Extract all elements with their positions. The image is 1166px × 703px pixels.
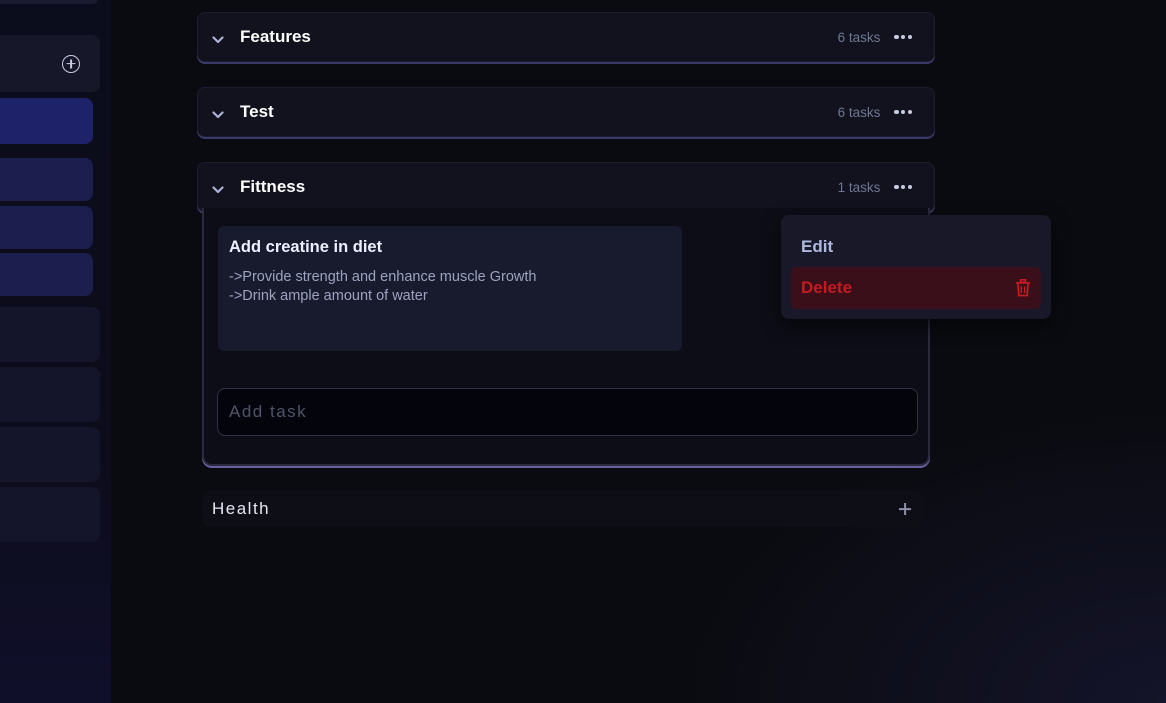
app-root: Features 6 tasks Test 6 tasks Fittness 1… [0, 0, 1166, 703]
more-dots-icon[interactable] [894, 34, 912, 40]
plus-circle-icon[interactable] [62, 54, 80, 73]
chevron-down-icon[interactable] [212, 182, 224, 194]
more-dots-icon[interactable] [894, 109, 912, 115]
task-description-line: ->Drink ample amount of water [229, 288, 428, 304]
group-header-fittness[interactable]: Fittness 1 tasks [197, 162, 935, 212]
context-menu: Edit Delete [781, 215, 1051, 319]
group-title: Fittness [240, 177, 306, 196]
plus-icon[interactable] [899, 503, 911, 515]
sidebar-item[interactable] [0, 427, 100, 482]
group-header-test[interactable]: Test 6 tasks [197, 87, 935, 137]
delete-label: Delete [801, 278, 853, 297]
task-count: 6 tasks [837, 104, 881, 120]
task-count: 6 tasks [837, 29, 881, 45]
add-task-input[interactable]: Add task [217, 388, 918, 436]
new-group-row[interactable]: Health [202, 491, 924, 527]
trash-icon [1015, 279, 1031, 297]
sidebar-item[interactable] [0, 158, 93, 201]
delete-menu-item[interactable]: Delete [791, 267, 1041, 309]
more-dots-icon[interactable] [894, 184, 912, 190]
sidebar [0, 0, 111, 703]
chevron-down-icon[interactable] [212, 32, 224, 44]
task-description: ->Provide strength and enhance muscle Gr… [229, 268, 671, 306]
sidebar-item[interactable] [0, 367, 100, 422]
sidebar-item[interactable] [0, 253, 93, 296]
sidebar-item[interactable] [0, 487, 100, 542]
edit-menu-item[interactable]: Edit [801, 237, 833, 257]
group-title: Test [240, 102, 274, 121]
group-header-features[interactable]: Features 6 tasks [197, 12, 935, 62]
task-card[interactable]: Add creatine in diet ->Provide strength … [218, 226, 682, 351]
sidebar-add-project[interactable] [0, 35, 100, 92]
new-group-label[interactable]: Health [212, 499, 270, 519]
task-description-line: ->Provide strength and enhance muscle Gr… [229, 269, 537, 285]
sidebar-item[interactable] [0, 206, 93, 249]
sidebar-item-active[interactable] [0, 98, 93, 144]
sidebar-item[interactable] [0, 307, 100, 362]
task-title: Add creatine in diet [229, 238, 383, 256]
group-title: Features [240, 27, 311, 46]
sidebar-item[interactable] [0, 0, 99, 4]
chevron-down-icon[interactable] [212, 107, 224, 119]
task-count: 1 tasks [837, 179, 881, 195]
